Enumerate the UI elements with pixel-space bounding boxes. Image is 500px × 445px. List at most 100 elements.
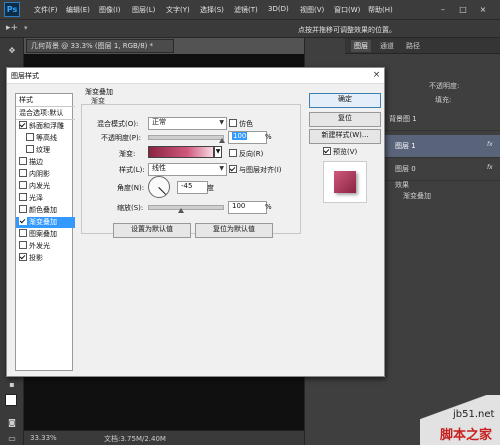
gradient-swatch[interactable] [148, 146, 214, 158]
layer-name: 图层 0 [395, 165, 416, 173]
close-window-icon[interactable]: × [476, 4, 490, 15]
style-item[interactable]: 光泽 [16, 193, 75, 204]
opacity-input[interactable]: 100 [228, 131, 267, 144]
style-checkbox-icon[interactable] [19, 193, 27, 201]
reset-default-button[interactable]: 复位为默认值 [195, 223, 273, 238]
style-checkbox-icon[interactable] [26, 133, 34, 141]
style-item[interactable]: 纹理 [16, 145, 82, 156]
move-tool-icon[interactable]: ▸+ [6, 23, 18, 33]
menu-bar: Ps 文件(F) 编辑(E) 图像(I) 图层(L) 文字(Y) 选择(S) 滤… [0, 0, 500, 20]
scale-input[interactable]: 100 [228, 201, 267, 214]
menu-select[interactable]: 选择(S) [200, 5, 224, 15]
style-checkbox-icon[interactable] [19, 205, 27, 213]
angle-input[interactable]: -45 [177, 181, 208, 194]
dialog-title-bar[interactable]: 图层样式 × [7, 68, 384, 84]
styles-list: 样式 混合选项:默认 斜面和浮雕 等高线 纹理 描边 内阴影 内发光 光泽 颜色叠加 渐变叠加图… [15, 93, 75, 371]
document-tab[interactable]: 几何背景 @ 33.3% (图层 1, RGB/8) * [26, 39, 174, 53]
watermark-site: jb51.net [453, 409, 495, 420]
styles-header[interactable]: 样式 [16, 95, 75, 107]
menu-image[interactable]: 图像(I) [99, 5, 121, 15]
align-check-icon [229, 165, 237, 173]
menu-3d[interactable]: 3D(D) [268, 5, 289, 13]
style-item-label: 内发光 [29, 182, 50, 190]
align-with-layer-checkbox[interactable]: 与图层对齐(I) [229, 165, 282, 175]
gradient-picker-chevron-down-icon[interactable]: ▼ [214, 146, 222, 158]
layer-row[interactable]: 背景图 1 [385, 108, 500, 131]
maximize-icon[interactable]: □ [456, 4, 470, 15]
style-checkbox-icon[interactable] [19, 241, 27, 249]
menu-view[interactable]: 视图(V) [300, 5, 324, 15]
angle-dial[interactable] [148, 176, 170, 198]
dither-check-icon [229, 119, 237, 127]
menu-type[interactable]: 文字(Y) [166, 5, 190, 15]
menu-layer[interactable]: 图层(L) [132, 5, 155, 15]
set-default-button[interactable]: 设置为默认值 [113, 223, 191, 238]
style-checkbox-icon[interactable] [19, 253, 27, 261]
preview-checkbox[interactable]: 预览(V) [323, 147, 357, 157]
angle-dial-needle [158, 187, 167, 195]
move-tool-icon[interactable]: ✥ [6, 46, 18, 56]
angle-label: 角度(N): [117, 184, 145, 192]
style-preview [323, 161, 367, 203]
gradient-style-select[interactable]: 线性 ▼ [148, 163, 227, 176]
reset-button[interactable]: 复位 [309, 112, 381, 127]
menu-edit[interactable]: 编辑(E) [66, 5, 90, 15]
gradient-style-value: 线性 [152, 164, 166, 172]
layer-row-selected[interactable]: 图层 1 fx [385, 135, 500, 158]
style-checkbox-icon[interactable] [19, 169, 27, 177]
quick-mask-icon[interactable]: ◙ [6, 418, 18, 428]
menu-window[interactable]: 窗口(W) [334, 5, 360, 15]
blend-mode-select[interactable]: 正常 ▼ [148, 117, 227, 130]
style-item[interactable]: 投影 [16, 253, 75, 264]
style-checkbox-icon[interactable] [19, 181, 27, 189]
fill-label: 填充: [435, 96, 452, 104]
tab-channels[interactable]: 通道 [377, 40, 397, 52]
opacity-slider-thumb[interactable] [219, 138, 225, 143]
dither-checkbox[interactable]: 仿色 [229, 119, 253, 129]
default-colors-icon[interactable]: ▪ [6, 380, 18, 390]
reverse-checkbox[interactable]: 反向(R) [229, 149, 263, 159]
style-checkbox-icon[interactable] [19, 217, 27, 225]
style-item[interactable]: 图案叠加 [16, 229, 75, 240]
fx-icon[interactable]: fx [487, 164, 493, 171]
blending-options-item[interactable]: 混合选项:默认 [16, 108, 75, 120]
style-checkbox-icon[interactable] [19, 121, 27, 129]
layer-row[interactable]: 图层 0 fx [385, 158, 500, 181]
tab-layers[interactable]: 图层 [351, 40, 371, 52]
scale-slider-thumb[interactable] [178, 208, 185, 213]
fx-icon[interactable]: fx [487, 141, 493, 148]
style-item[interactable]: 斜面和浮雕 [16, 121, 75, 132]
style-item[interactable]: 内发光 [16, 181, 75, 192]
ok-button[interactable]: 确定 [309, 93, 381, 108]
tool-preset-chevron-down-icon[interactable]: ▾ [24, 24, 28, 32]
opacity-slider[interactable] [148, 135, 224, 140]
menu-file[interactable]: 文件(F) [34, 5, 58, 15]
minimize-icon[interactable]: – [436, 4, 450, 15]
style-item[interactable]: 渐变叠加 [16, 217, 75, 228]
foreground-color-swatch[interactable] [5, 394, 17, 406]
menu-filter[interactable]: 滤镜(T) [234, 5, 258, 15]
style-checkbox-icon[interactable] [19, 157, 27, 165]
layer-style-dialog: 图层样式 × 样式 混合选项:默认 斜面和浮雕等高线 纹理 描边内阴影内发光光泽 颜色… [6, 67, 385, 377]
style-checkbox-icon[interactable] [19, 229, 27, 237]
scale-slider[interactable] [148, 205, 224, 210]
scale-percent: % [265, 203, 272, 211]
screen-mode-icon[interactable]: ▭ [6, 434, 18, 444]
chevron-down-icon: ▼ [219, 119, 224, 126]
document-info: 文档:3.75M/2.40M [104, 435, 166, 443]
opacity-label: 不透明度: [429, 82, 460, 90]
tab-paths[interactable]: 路径 [403, 40, 423, 52]
zoom-level[interactable]: 33.33% [30, 434, 57, 442]
style-item[interactable]: 外发光 [16, 241, 75, 252]
style-item-label: 斜面和浮雕 [29, 122, 64, 130]
style-item[interactable]: 内阴影 [16, 169, 75, 180]
new-style-button[interactable]: 新建样式(W)... [309, 129, 381, 144]
style-item[interactable]: 颜色叠加 [16, 205, 75, 216]
style-item-label: 内阴影 [29, 170, 50, 178]
style-item[interactable]: 描边 [16, 157, 75, 168]
close-icon[interactable]: × [371, 70, 382, 81]
style-checkbox-icon[interactable] [26, 145, 34, 153]
style-item[interactable]: 等高线 [16, 133, 82, 144]
menu-help[interactable]: 帮助(H) [368, 5, 393, 15]
effect-item[interactable]: 渐变叠加 [403, 191, 431, 201]
